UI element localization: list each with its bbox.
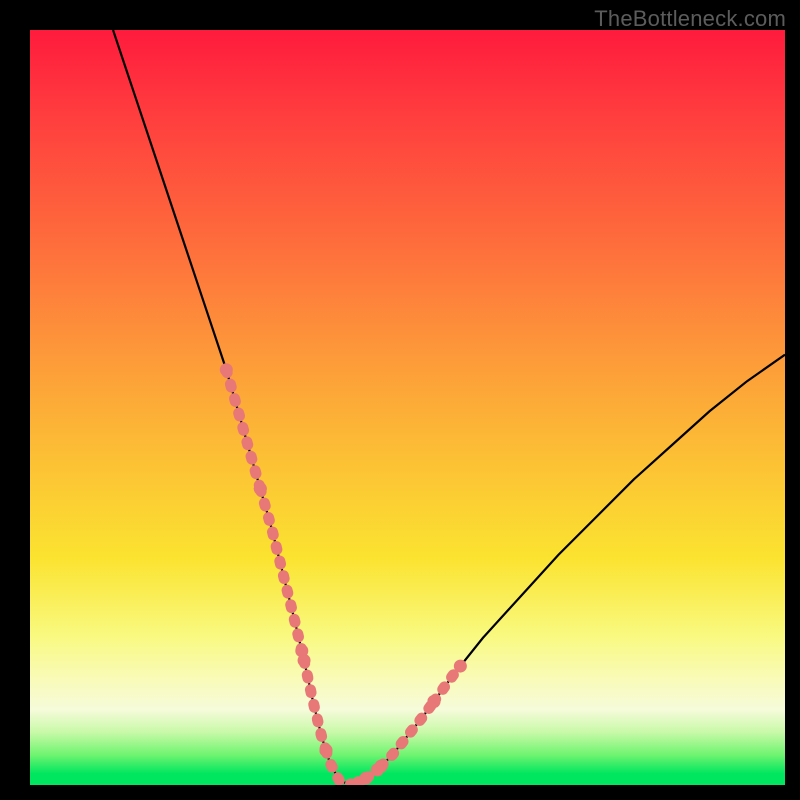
dot-segment [226,370,260,489]
chart-frame: TheBottleneck.com [0,0,800,800]
dot-segment [381,701,434,766]
dot-segment [304,660,326,750]
dot-segment [326,750,358,784]
watermark-text: TheBottleneck.com [594,6,786,32]
dot-segment [434,666,460,701]
dot-overlay [220,363,467,785]
plot-area [30,30,785,785]
chart-svg [30,30,785,785]
